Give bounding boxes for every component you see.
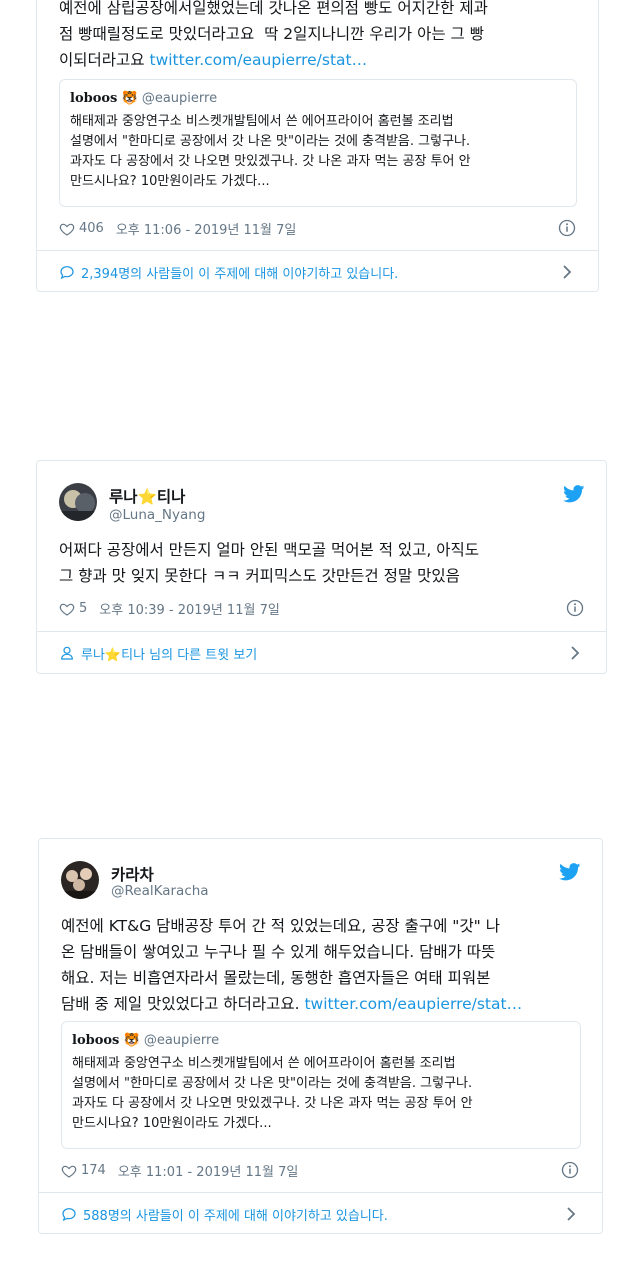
- tweet-meta: 174 오후 11:01 - 2019년 11월 7일: [61, 1161, 298, 1180]
- tiger-emoji: 🐯: [121, 91, 138, 106]
- user-name-part: 티나: [156, 488, 186, 506]
- tweet-card-1: 예전에 삼립공장에서일했었는데 갓나온 편의점 빵도 어지간한 제과 점 빵때릴…: [36, 0, 599, 292]
- avatar[interactable]: [61, 861, 99, 899]
- tweet-text-line: 해요. 저는 비흡연자라서 몰랐는데, 동행한 흡연자들은 여태 피워본: [61, 969, 491, 987]
- quoted-tweet-text: 해태제과 중앙연구소 비스켓개발팀에서 쓴 에어프라이어 홈런볼 조리법 설명에…: [70, 114, 471, 189]
- like-count: 174: [81, 1163, 106, 1178]
- heart-icon[interactable]: [61, 1163, 77, 1179]
- timestamp[interactable]: 오후 11:01 - 2019년 11월 7일: [118, 1161, 299, 1180]
- tweet-text-line: 온 담배들이 쌓여있고 누구나 필 수 있게 해두었습니다. 담배가 따뜻: [61, 943, 496, 961]
- conversation-footer[interactable]: 2,394명의 사람들이 이 주제에 대해 이야기하고 있습니다.: [37, 250, 598, 293]
- user-name-part: 루나: [109, 488, 138, 506]
- tweet-card-2: 루나⭐티나 @Luna_Nyang 어쩌다 공장에서 만든지 얼마 안된 맥모골…: [36, 460, 607, 674]
- star-emoji: ⭐: [137, 488, 157, 506]
- tweet-meta: 406 오후 11:06 - 2019년 11월 7일: [59, 219, 296, 238]
- tweet-text-line: 예전에 삼립공장에서일했었는데 갓나온 편의점 빵도 어지간한 제과: [59, 0, 488, 17]
- like-count: 406: [79, 221, 104, 236]
- avatar[interactable]: [59, 483, 97, 521]
- info-icon[interactable]: [561, 1161, 579, 1179]
- tweet-link[interactable]: twitter.com/eaupierre/stat…: [304, 995, 522, 1013]
- tweet-text-line: 점 빵때릴정도로 맛있더라고요 딱 2일지나니깐 우리가 아는 그 빵: [59, 25, 484, 43]
- tweet-text-line: 예전에 KT&G 담배공장 투어 간 적 있었는데요, 공장 출구에 "갓" 나: [61, 917, 500, 935]
- chevron-right-icon[interactable]: [566, 1206, 576, 1222]
- user-handle[interactable]: @Luna_Nyang: [109, 507, 205, 523]
- tweet-text-line: 이되더라고요: [59, 51, 150, 69]
- user-name[interactable]: 루나⭐티나: [109, 485, 185, 507]
- tweet-text: 예전에 삼립공장에서일했었는데 갓나온 편의점 빵도 어지간한 제과 점 빵때릴…: [59, 0, 589, 73]
- quoted-tweet[interactable]: loboos 🐯 @eaupierre 해태제과 중앙연구소 비스켓개발팀에서 …: [61, 1021, 581, 1149]
- user-name[interactable]: 카라차: [111, 863, 154, 885]
- tweet-text-line: 담배 중 제일 맛있었다고 하더라고요.: [61, 995, 305, 1013]
- more-tweets-footer[interactable]: 루나⭐티나 님의 다른 트윗 보기: [37, 631, 606, 674]
- timestamp[interactable]: 오후 11:06 - 2019년 11월 7일: [116, 219, 297, 238]
- info-icon[interactable]: [566, 599, 584, 617]
- tiger-emoji: 🐯: [123, 1033, 140, 1048]
- speech-bubble-icon: [62, 1208, 76, 1222]
- tweet-link[interactable]: twitter.com/eaupierre/stat…: [150, 51, 368, 69]
- heart-icon[interactable]: [59, 601, 75, 617]
- speech-bubble-icon: [60, 266, 74, 280]
- conversation-footer[interactable]: 588명의 사람들이 이 주제에 대해 이야기하고 있습니다.: [39, 1192, 602, 1235]
- tweet-card-3: 카라차 @RealKaracha 예전에 KT&G 담배공장 투어 간 적 있었…: [38, 838, 603, 1234]
- conversation-text: 2,394명의 사람들이 이 주제에 대해 이야기하고 있습니다.: [81, 266, 399, 282]
- quoted-tweet[interactable]: loboos 🐯 @eaupierre 해태제과 중앙연구소 비스켓개발팀에서 …: [59, 79, 577, 207]
- more-tweets-text: 루나⭐티나 님의 다른 트윗 보기: [81, 647, 258, 663]
- like-count: 5: [79, 601, 88, 616]
- quoted-author-handle: @eaupierre: [143, 1033, 220, 1048]
- quoted-tweet-text: 해태제과 중앙연구소 비스켓개발팀에서 쓴 에어프라이어 홈런볼 조리법 설명에…: [72, 1056, 473, 1131]
- quoted-author-name: loboos: [72, 1033, 120, 1048]
- twitter-bird-icon[interactable]: [559, 863, 581, 881]
- heart-icon[interactable]: [59, 221, 75, 237]
- tweet-meta: 5 오후 10:39 - 2019년 11월 7일: [59, 599, 280, 618]
- chevron-right-icon[interactable]: [570, 645, 580, 661]
- info-icon[interactable]: [558, 219, 576, 237]
- quoted-author-name: loboos: [70, 91, 118, 106]
- tweet-text: 어쩌다 공장에서 만든지 얼마 안된 맥모골 먹어본 적 있고, 아직도 그 향…: [59, 541, 480, 585]
- tweet-text: 예전에 KT&G 담배공장 투어 간 적 있었는데요, 공장 출구에 "갓" 나…: [61, 913, 596, 1017]
- person-icon: [61, 646, 73, 660]
- user-handle[interactable]: @RealKaracha: [111, 883, 209, 899]
- conversation-text: 588명의 사람들이 이 주제에 대해 이야기하고 있습니다.: [83, 1208, 388, 1224]
- timestamp[interactable]: 오후 10:39 - 2019년 11월 7일: [99, 599, 280, 618]
- quoted-author-handle: @eaupierre: [141, 91, 218, 106]
- twitter-bird-icon[interactable]: [563, 485, 585, 503]
- chevron-right-icon[interactable]: [562, 264, 572, 280]
